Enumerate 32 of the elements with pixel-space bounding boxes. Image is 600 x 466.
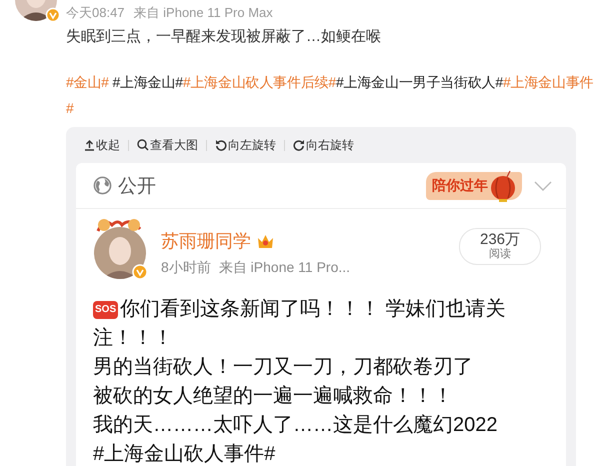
post-source: 来自 iPhone 11 Pro... xyxy=(218,259,350,277)
rotate-left-icon xyxy=(215,139,227,151)
read-count-badge: 236万 阅读 xyxy=(459,228,541,264)
body-text-line: 注！！！ xyxy=(93,326,173,351)
globe-icon xyxy=(93,176,112,195)
toolbar-button[interactable]: 查看大图 xyxy=(137,136,198,154)
body-text-line: 你们看到这条新闻了吗！！！ 学妹们也请关 xyxy=(120,297,506,322)
hashtag-link[interactable]: # xyxy=(66,100,74,116)
crown-icon xyxy=(256,232,275,250)
body-text-line: 男的当街砍人！一刀又一刀，刀都砍卷刃了 xyxy=(93,355,473,380)
new-year-banner: 陪你过年 xyxy=(426,172,522,200)
hashtag: #上海金山# xyxy=(111,74,183,90)
post-meta: 来自 iPhone 11 Pro Max xyxy=(134,4,273,22)
search-icon xyxy=(137,139,149,151)
toolbar-button[interactable]: 收起 xyxy=(84,136,120,154)
hashtag-link[interactable]: #上海金山事件 xyxy=(503,74,594,90)
rotate-right-icon xyxy=(293,139,305,151)
post-text: 失眠到三点，一早醒来发现被屏蔽了…如鲠在喉 xyxy=(66,27,382,47)
post-meta: 今天08:47 xyxy=(66,4,125,22)
hashtag: #上海金山一男子当街砍人# xyxy=(336,74,504,90)
hashtag-link[interactable]: #金山# xyxy=(66,74,109,90)
post-time: 8小时前 xyxy=(161,259,211,277)
body-text-line: 我的天………太吓人了……这是什么魔幻2022 xyxy=(93,413,498,438)
body-text-line: #上海金山砍人事件# xyxy=(93,442,276,466)
upload-icon xyxy=(84,139,95,151)
toolbar-button[interactable]: 向左旋转 xyxy=(215,136,276,154)
visibility-label: 公开 xyxy=(118,174,156,198)
sos-badge: SOS xyxy=(93,300,118,318)
body-text-line: 被砍的女人绝望的一遍一遍喊救命！！！ xyxy=(93,384,453,409)
hashtag-link[interactable]: #上海金山砍人事件后续# xyxy=(182,74,336,90)
toolbar-button[interactable]: 向右旋转 xyxy=(293,136,354,154)
author-name[interactable]: 苏雨珊同学 xyxy=(161,229,251,253)
